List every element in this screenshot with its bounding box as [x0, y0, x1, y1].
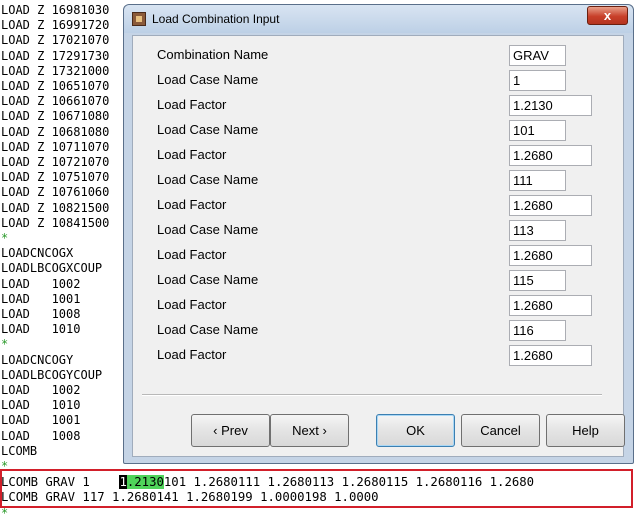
combination-name-input[interactable]: GRAV [509, 45, 566, 66]
load-factor-input[interactable]: 1.2680 [509, 195, 592, 216]
field-label: Load Case Name [157, 222, 259, 237]
editor-line[interactable]: LOAD Z 17021070 [1, 33, 109, 48]
editor-line[interactable]: LOADLBCOGYCOUP [1, 368, 102, 383]
editor-line[interactable]: LOAD 1010 [1, 398, 80, 413]
comment-marker[interactable]: * [1, 231, 8, 246]
field-label: Load Case Name [157, 172, 259, 187]
editor-line[interactable]: LOAD 1001 [1, 413, 80, 428]
dialog-title: Load Combination Input [152, 12, 280, 26]
field-label: Load Factor [157, 247, 227, 262]
editor-line[interactable]: LCOMB [1, 444, 37, 459]
load-factor-input[interactable]: 1.2680 [509, 295, 592, 316]
selected-text: .2130 [126, 475, 164, 489]
load-case-input[interactable]: 1 [509, 70, 566, 91]
load-case-input[interactable]: 113 [509, 220, 566, 241]
editor-line[interactable]: LOAD Z 10841500 [1, 216, 109, 231]
editor-line[interactable]: LOAD Z 10671080 [1, 109, 109, 124]
next-button[interactable]: Next › [270, 414, 349, 447]
lcomb-rest: 101 1.2680111 1.2680113 1.2680115 1.2680… [163, 475, 535, 489]
load-factor-input[interactable]: 1.2680 [509, 245, 592, 266]
lcomb-line-2[interactable]: LCOMB GRAV 117 1.2680141 1.2680199 1.000… [1, 490, 379, 505]
field-label: Load Factor [157, 97, 227, 112]
load-case-input[interactable]: 116 [509, 320, 566, 341]
editor-line[interactable]: LOADCNCOGX [1, 246, 73, 261]
dialog-client-area: Combination Name GRAV Load Case Name 1 Load … [132, 35, 625, 457]
load-combination-dialog: Load Combination Input x Combination Nam… [123, 4, 634, 464]
editor-line[interactable]: LOAD Z 16981030 [1, 3, 109, 18]
field-label: Load Factor [157, 147, 227, 162]
editor-line[interactable]: LOAD Z 10761060 [1, 185, 109, 200]
field-label: Load Factor [157, 347, 227, 362]
field-label: Load Factor [157, 197, 227, 212]
load-factor-input[interactable]: 1.2680 [509, 345, 592, 366]
editor-line[interactable]: LOADCNCOGY [1, 353, 73, 368]
editor-line[interactable]: LOAD Z 17321000 [1, 64, 109, 79]
lcomb-line-1[interactable]: LCOMB GRAV 1 1.2130101 1.2680111 1.26801… [1, 475, 534, 490]
field-label: Load Factor [157, 297, 227, 312]
comment-marker[interactable]: * [1, 337, 8, 352]
load-case-input[interactable]: 101 [509, 120, 566, 141]
help-button[interactable]: Help [546, 414, 625, 447]
editor-line[interactable]: LOAD Z 17291730 [1, 49, 109, 64]
field-label: Load Case Name [157, 322, 259, 337]
close-button[interactable]: x [587, 6, 628, 25]
field-label: Load Case Name [157, 72, 259, 87]
editor-line[interactable]: LOAD 1002 [1, 277, 80, 292]
field-label: Combination Name [157, 47, 269, 62]
text-cursor-char: 1 [119, 475, 127, 489]
app-icon [132, 12, 146, 26]
editor-line[interactable]: LOADLBCOGXCOUP [1, 261, 102, 276]
editor-line[interactable]: LOAD Z 10661070 [1, 94, 109, 109]
editor-line[interactable]: LOAD 1002 [1, 383, 80, 398]
load-factor-input[interactable]: 1.2680 [509, 145, 592, 166]
cancel-button[interactable]: Cancel [461, 414, 540, 447]
load-case-input[interactable]: 111 [509, 170, 566, 191]
editor-line[interactable]: LOAD Z 10681080 [1, 125, 109, 140]
ok-button[interactable]: OK [376, 414, 455, 447]
editor-line[interactable]: LOAD Z 10821500 [1, 201, 109, 216]
load-factor-input[interactable]: 1.2130 [509, 95, 592, 116]
editor-line[interactable]: LOAD Z 10711070 [1, 140, 109, 155]
editor-line[interactable]: LOAD Z 10751070 [1, 170, 109, 185]
field-label: Load Case Name [157, 272, 259, 287]
editor-line[interactable]: LOAD 1010 [1, 322, 80, 337]
editor-line[interactable]: LOAD 1008 [1, 307, 80, 322]
field-label: Load Case Name [157, 122, 259, 137]
editor-line[interactable]: LOAD Z 16991720 [1, 18, 109, 33]
dialog-titlebar[interactable]: Load Combination Input x [124, 5, 633, 33]
editor-line[interactable]: LOAD Z 10721070 [1, 155, 109, 170]
prev-button[interactable]: ‹ Prev [191, 414, 270, 447]
lcomb-prefix: LCOMB GRAV 1 [1, 475, 120, 489]
separator [142, 394, 602, 396]
editor-line[interactable]: LOAD 1008 [1, 429, 80, 444]
editor-line[interactable]: LOAD 1001 [1, 292, 80, 307]
editor-line[interactable]: LOAD Z 10651070 [1, 79, 109, 94]
load-case-input[interactable]: 115 [509, 270, 566, 291]
